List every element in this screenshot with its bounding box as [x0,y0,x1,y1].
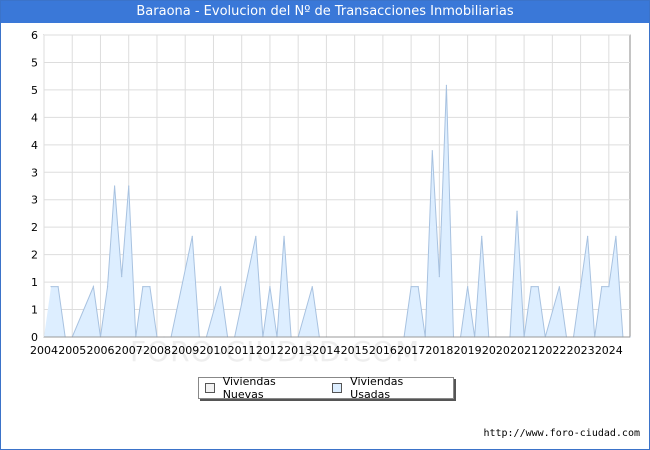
data-point-usadas [219,286,222,288]
y-tick-label: 5 [31,84,38,97]
x-tick-label: 2019 [454,344,482,357]
data-point-usadas [255,235,257,237]
y-tick-label: 4 [31,139,38,152]
data-point-usadas [445,84,448,86]
data-point-usadas [283,235,285,237]
data-point-usadas [191,235,193,237]
data-point-usadas [579,286,582,288]
data-point-usadas [438,276,440,278]
data-point-usadas [537,286,539,288]
data-point-usadas [142,286,144,288]
x-tick-label: 2010 [199,344,227,357]
x-tick-label: 2008 [143,344,171,357]
x-tick-label: 2011 [228,344,256,357]
data-point-usadas [558,286,560,288]
x-tick-label: 2005 [58,344,86,357]
source-url[interactable]: http://www.foro-ciudad.com [483,428,640,439]
x-tick-label: 2016 [369,344,397,357]
data-point-usadas [149,286,151,288]
data-point-usadas [587,235,589,237]
y-tick-label: 3 [31,166,38,179]
y-tick-label: 3 [31,194,38,207]
data-point-usadas [431,150,433,152]
data-point-usadas [106,286,109,288]
x-tick-label: 2024 [595,344,623,357]
data-point-usadas [92,286,95,288]
data-point-usadas [410,286,412,288]
data-point-usadas [311,286,313,288]
data-point-usadas [615,235,617,237]
data-point-usadas [516,210,518,212]
legend: Viviendas Nuevas Viviendas Usadas [198,375,454,401]
x-tick-label: 2022 [538,344,566,357]
x-tick-label: 2013 [284,344,312,357]
legend-label-usadas: Viviendas Usadas [350,375,404,401]
data-point-usadas [417,286,419,288]
legend-swatch-nuevas [205,383,215,393]
x-tick-label: 2006 [86,344,114,357]
x-tick-label: 2014 [312,344,340,357]
y-tick-label: 0 [31,331,38,344]
x-tick-label: 2007 [115,344,143,357]
legend-swatch-usadas [332,383,343,393]
y-tick-label: 6 [31,29,38,42]
x-tick-label: 2023 [567,344,595,357]
x-tick-label: 2017 [397,344,425,357]
x-tick-label: 2021 [510,344,538,357]
x-tick-label: 2020 [482,344,510,357]
x-tick-label: 2004 [30,344,58,357]
x-tick-label: 2009 [171,344,199,357]
data-point-usadas [57,286,59,288]
x-tick-label: 2012 [256,344,284,357]
data-point-usadas [121,276,123,278]
x-tick-label: 2018 [425,344,453,357]
data-point-usadas [481,235,483,237]
data-point-usadas [608,286,610,288]
legend-item-nuevas[interactable]: Viviendas Nuevas [205,375,316,401]
data-point-usadas [601,286,603,288]
legend-item-usadas[interactable]: Viviendas Usadas [332,375,443,401]
y-tick-label: 5 [31,56,38,69]
y-tick-label: 2 [31,221,38,234]
x-tick-label: 2015 [341,344,369,357]
data-point-usadas [128,185,130,187]
y-tick-label: 2 [31,249,38,262]
data-point-usadas [467,286,469,288]
data-point-usadas [530,286,532,288]
data-point-usadas [50,286,52,288]
y-tick-label: 4 [31,111,38,124]
y-tick-label: 1 [31,276,38,289]
legend-label-nuevas: Viviendas Nuevas [222,375,276,401]
data-point-usadas [269,286,271,288]
data-point-usadas [114,185,116,187]
y-tick-label: 1 [31,304,38,317]
